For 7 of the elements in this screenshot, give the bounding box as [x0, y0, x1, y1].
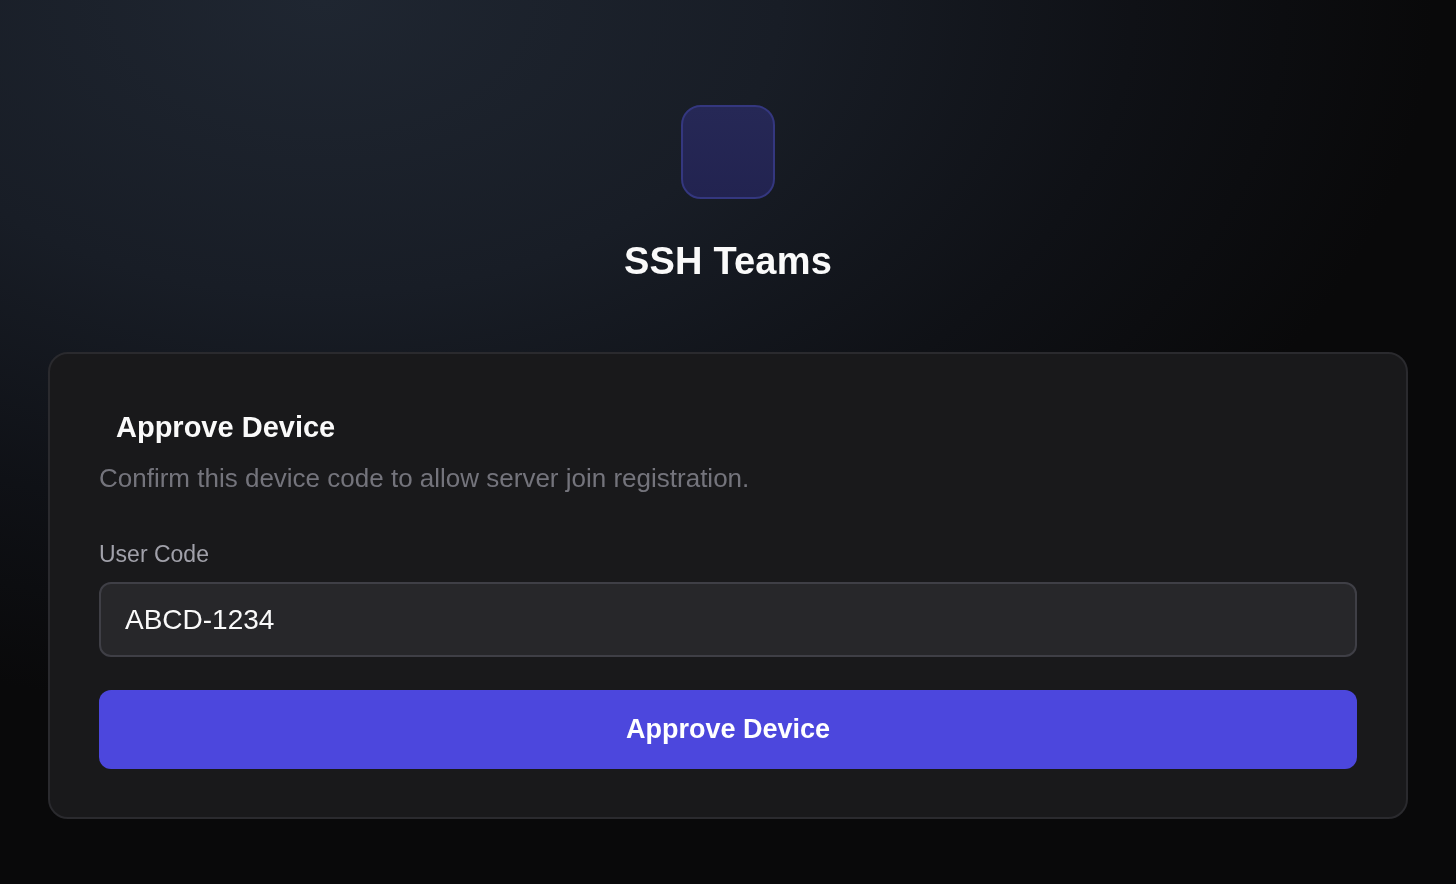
- card-description: Confirm this device code to allow server join registration.: [99, 462, 751, 494]
- logo-icon: [681, 105, 775, 199]
- user-code-field[interactable]: ABCD-1234: [99, 582, 1357, 657]
- card-title: Approve Device: [115, 410, 337, 445]
- approve-button[interactable]: Approve Device: [99, 690, 1357, 769]
- app-title: SSH Teams: [623, 239, 833, 283]
- field-label: User Code: [99, 540, 210, 568]
